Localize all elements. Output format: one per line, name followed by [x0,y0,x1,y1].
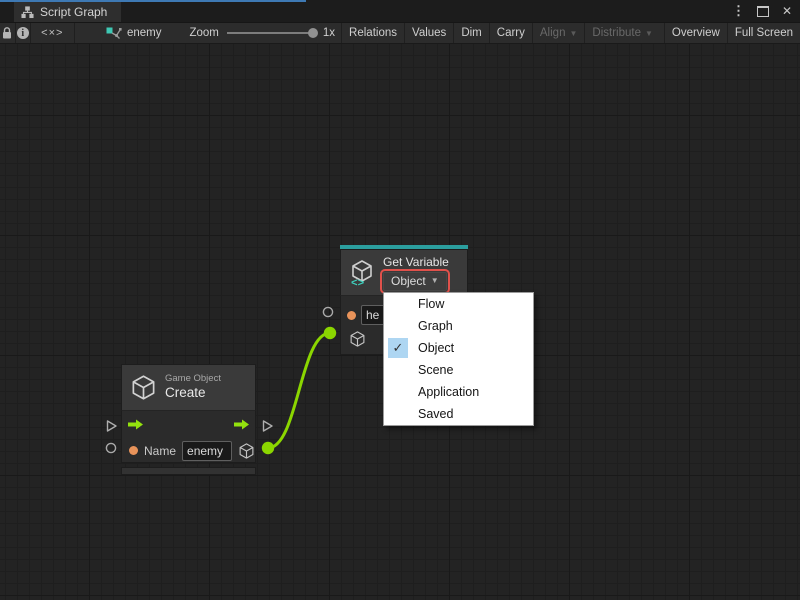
window-controls: ⋮ ✕ [732,0,792,22]
create-flow-input-port[interactable] [105,419,118,433]
gameobject-cube-icon [130,374,157,401]
full-screen-button[interactable]: Full Screen [727,23,800,43]
info-button[interactable]: i [16,23,32,43]
graph-toolbar: i <×> enemy Zoom 1x [0,22,800,44]
menu-item-object[interactable]: ✓ Object [384,337,533,359]
graph-node-icon [106,26,122,40]
create-name-input-port[interactable] [105,442,117,454]
distribute-button: Distribute ▼ [584,23,660,43]
svg-text:<>: <> [351,278,365,287]
zoom-slider[interactable] [227,32,315,34]
gv-name-input-port[interactable] [322,306,334,318]
relations-button[interactable]: Relations [341,23,404,43]
gameobject-cube-icon [349,330,366,348]
dim-button[interactable]: Dim [453,23,488,43]
code-icon: <×> [41,27,63,39]
scope-value: Object [391,274,426,288]
lock-button[interactable] [0,23,16,43]
menu-item-graph[interactable]: Graph [384,315,533,337]
chevron-down-icon: ▼ [431,276,439,285]
overview-button[interactable]: Overview [664,23,727,43]
name-param-input[interactable] [182,441,232,461]
menu-item-saved[interactable]: Saved [384,403,533,425]
menu-item-flow[interactable]: Flow [384,293,533,315]
graph-hierarchy-icon [21,5,34,19]
close-icon[interactable]: ✕ [782,4,792,18]
node-footer [121,467,256,475]
variable-scope-dropdown[interactable]: Object ▼ [383,272,447,291]
breadcrumb-graph-name: enemy [127,27,162,39]
tab-script-graph[interactable]: Script Graph [14,2,121,22]
variable-cube-icon: <> [349,259,375,287]
values-button[interactable]: Values [404,23,453,43]
gameobject-cube-icon [238,442,255,460]
value-port-dot[interactable] [347,311,356,320]
node-title: Get Variable [383,255,449,269]
carry-button[interactable]: Carry [489,23,532,43]
tab-title: Script Graph [40,5,107,19]
menu-item-scene[interactable]: Scene [384,359,533,381]
info-icon: i [17,27,29,39]
node-title: Create [165,385,221,402]
window-menu-icon[interactable]: ⋮ [732,3,744,19]
chevron-down-icon: ▼ [569,29,577,38]
name-param-row: Name [122,437,255,464]
get-variable-header[interactable]: <> Get Variable Object ▼ [340,249,468,295]
graph-breadcrumb[interactable]: enemy [98,23,170,43]
zoom-control: Zoom 1x [183,23,341,43]
create-flow-output-port[interactable] [261,419,274,433]
value-port-dot[interactable] [129,446,138,455]
zoom-level: 1x [323,27,335,39]
create-body: Name [121,410,256,463]
gv-object-input-port-connected[interactable] [323,326,337,340]
create-header[interactable]: Game Object Create [121,364,256,410]
scope-dropdown-menu: Flow Graph ✓ Object Scene Application Sa… [383,292,534,426]
tab-bar: Script Graph ⋮ ✕ [0,0,800,22]
menu-item-application[interactable]: Application [384,381,533,403]
flow-row [122,411,255,437]
flow-in-arrow-icon[interactable] [127,418,144,431]
toolbar-right-group: Relations Values Dim Carry Align ▼ Distr… [341,23,800,43]
align-button: Align ▼ [532,23,585,43]
node-game-object-create[interactable]: Game Object Create Name [121,364,256,475]
chevron-down-icon: ▼ [645,29,653,38]
checkmark-icon: ✓ [388,338,408,358]
lock-icon [1,26,13,40]
create-object-output-port-connected[interactable] [261,441,275,455]
toolbar-spacer [75,23,98,43]
zoom-slider-handle[interactable] [308,28,318,38]
zoom-label: Zoom [189,27,218,39]
code-preview-button[interactable]: <×> [31,23,75,43]
script-graph-window: <> Get Variable Object ▼ [0,0,800,600]
maximize-icon[interactable] [757,6,769,17]
node-category: Game Object [165,373,221,385]
flow-out-arrow-icon[interactable] [233,418,250,431]
param-label: Name [144,444,176,458]
